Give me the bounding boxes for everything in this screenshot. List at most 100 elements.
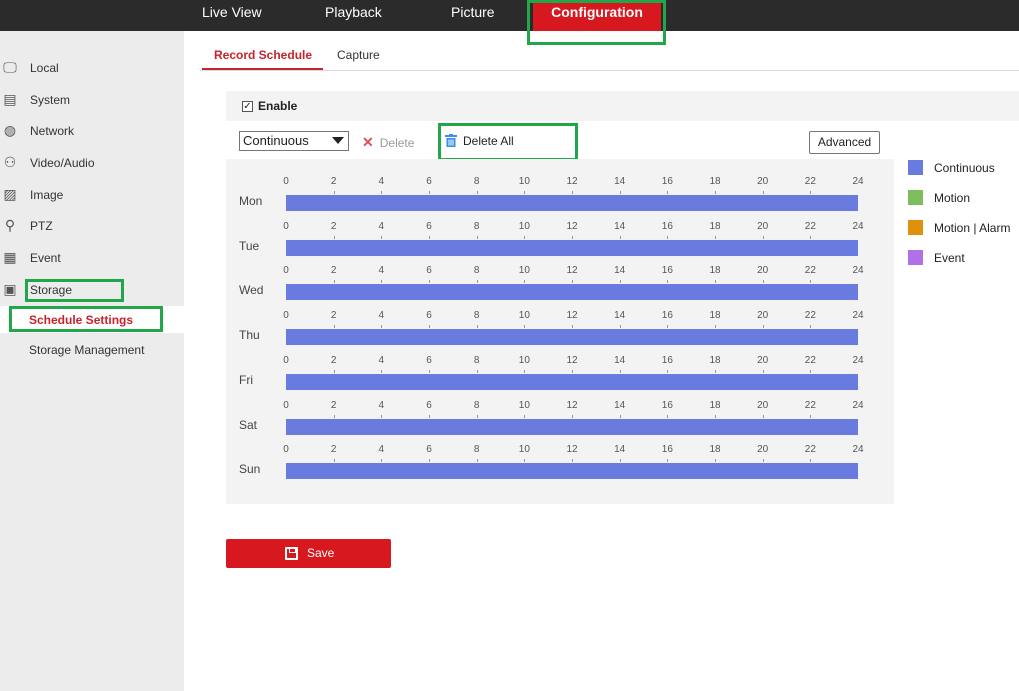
enable-checkbox[interactable]: ✓: [242, 101, 253, 112]
tab-active-underline: [202, 68, 323, 70]
sidebar-item-system[interactable]: ▤ System: [0, 87, 184, 113]
schedule-bar[interactable]: [286, 284, 858, 301]
schedule-bar[interactable]: [286, 373, 858, 390]
hour-tick-mark: [333, 235, 335, 239]
hour-tick-mark: [619, 280, 621, 284]
hour-tick-mark: [619, 235, 621, 239]
hour-tick-label: 4: [378, 444, 385, 456]
sidebar-item-local[interactable]: 🖵 Local: [0, 55, 184, 81]
sidebar-item-storage-management[interactable]: Storage Management: [29, 343, 144, 357]
hour-tick-label: 2: [330, 444, 337, 456]
hour-tick-mark: [333, 414, 335, 418]
hour-tick-label: 2: [330, 220, 337, 232]
hour-tick-mark: [572, 414, 573, 418]
hour-tick-label: 10: [518, 354, 530, 366]
sidebar-item-video-audio[interactable]: ⚇ Video/Audio: [0, 150, 184, 176]
sidebar-item-image[interactable]: ▨ Image: [0, 182, 184, 208]
sidebar-item-storage[interactable]: ▣ Storage: [0, 277, 184, 303]
hour-tick-mark: [381, 280, 383, 284]
hour-tick-mark: [810, 191, 812, 194]
schedule-bar[interactable]: [286, 239, 858, 256]
advanced-button[interactable]: Advanced: [809, 131, 880, 154]
tab-record-schedule[interactable]: Record Schedule: [214, 48, 312, 62]
hour-tick-mark: [381, 414, 383, 418]
nav-live-view[interactable]: Live View: [202, 0, 262, 31]
sidebar-item-label: Local: [30, 61, 59, 75]
record-type-select[interactable]: Continuous: [239, 131, 349, 151]
hour-tick-label: 6: [426, 220, 432, 232]
nav-playback[interactable]: Playback: [325, 0, 382, 31]
schedule-bar[interactable]: [286, 463, 858, 480]
legend-swatch: [908, 220, 923, 235]
schedule-bar[interactable]: [286, 195, 858, 211]
trash-icon: [445, 134, 457, 147]
hour-tick-mark: [524, 459, 526, 463]
hour-tick-mark: [429, 414, 430, 418]
save-button[interactable]: Save: [226, 539, 391, 568]
hour-tick-label: 8: [473, 399, 480, 411]
hour-tick-label: 24: [852, 220, 864, 232]
hour-tick-label: 12: [566, 310, 578, 322]
hour-tick-label: 16: [661, 265, 673, 277]
hour-tick-mark: [762, 191, 764, 194]
schedule-bar[interactable]: [286, 329, 858, 346]
tab-bar: Record Schedule Capture: [200, 40, 1019, 71]
hour-tick-label: 14: [614, 265, 626, 277]
hour-tick-mark: [333, 325, 335, 329]
day-label: Sat: [239, 417, 258, 432]
nav-configuration[interactable]: Configuration: [533, 0, 661, 31]
tab-capture[interactable]: Capture: [337, 48, 380, 62]
sidebar-item-schedule-settings[interactable]: Schedule Settings: [29, 313, 133, 327]
hour-tick-mark: [810, 325, 812, 329]
hour-tick-mark: [524, 191, 526, 194]
hour-tick-label: 4: [378, 220, 385, 232]
hour-tick-label: 0: [283, 220, 289, 232]
hour-tick-mark: [333, 191, 335, 194]
day-label: Sun: [239, 462, 261, 477]
nav-picture[interactable]: Picture: [451, 0, 495, 31]
hour-tick-label: 12: [566, 176, 578, 187]
hour-tick-label: 22: [804, 265, 816, 277]
hour-tick-mark: [476, 325, 478, 329]
sidebar-item-event[interactable]: ▦ Event: [0, 245, 184, 271]
delete-button[interactable]: ✕ Delete: [362, 134, 414, 151]
day-label: Mon: [239, 194, 263, 208]
sidebar-item-ptz[interactable]: ⚲ PTZ: [0, 213, 184, 239]
hour-tick-mark: [667, 459, 669, 463]
hour-tick-label: 10: [518, 265, 530, 277]
schedule-bar[interactable]: [286, 418, 858, 435]
image-icon: ▨: [3, 186, 17, 202]
hour-tick-mark: [810, 280, 812, 284]
hour-tick-mark: [810, 369, 812, 373]
legend-item: Event: [908, 250, 1019, 266]
chevron-down-icon: [332, 137, 344, 144]
hour-tick-mark: [810, 414, 812, 418]
hour-tick-label: 14: [614, 354, 626, 366]
hour-tick-label: 2: [330, 354, 337, 366]
hour-tick-label: 18: [709, 354, 721, 366]
hour-tick-label: 20: [757, 176, 769, 187]
hour-tick-mark: [333, 369, 335, 373]
hour-tick-mark: [762, 369, 764, 373]
hour-tick-label: 0: [283, 176, 289, 187]
hour-tick-mark: [619, 414, 621, 418]
hour-tick-mark: [476, 235, 478, 239]
hour-tick-mark: [429, 280, 430, 284]
hour-tick-label: 2: [330, 176, 337, 187]
hour-tick-label: 10: [518, 399, 530, 411]
hour-tick-mark: [762, 235, 764, 239]
delete-all-button[interactable]: Delete All: [445, 134, 514, 148]
schedule-day-row: Thu 0 2 4 6 8 10 12 14 16 18 20 22 24: [226, 310, 894, 354]
hour-tick-mark: [476, 369, 478, 373]
hour-tick-label: 14: [614, 176, 626, 187]
hour-tick-label: 2: [330, 310, 337, 322]
hour-tick-label: 12: [566, 265, 578, 277]
top-nav-bar: Live View Playback Picture Configuration: [0, 0, 1019, 31]
sidebar-item-label: Image: [30, 188, 64, 202]
legend-label: Continuous: [934, 161, 995, 175]
schedule-grid: Mon 0 2 4 6 8 10 12 14 16 18 20 22 24 Tue 0 2 4 6 8 10 12 14 16…: [226, 159, 894, 504]
hour-tick-mark: [572, 280, 573, 284]
sidebar-item-network[interactable]: ◍ Network: [0, 118, 184, 144]
hour-tick-label: 22: [804, 310, 816, 322]
hour-tick-label: 16: [661, 176, 673, 187]
